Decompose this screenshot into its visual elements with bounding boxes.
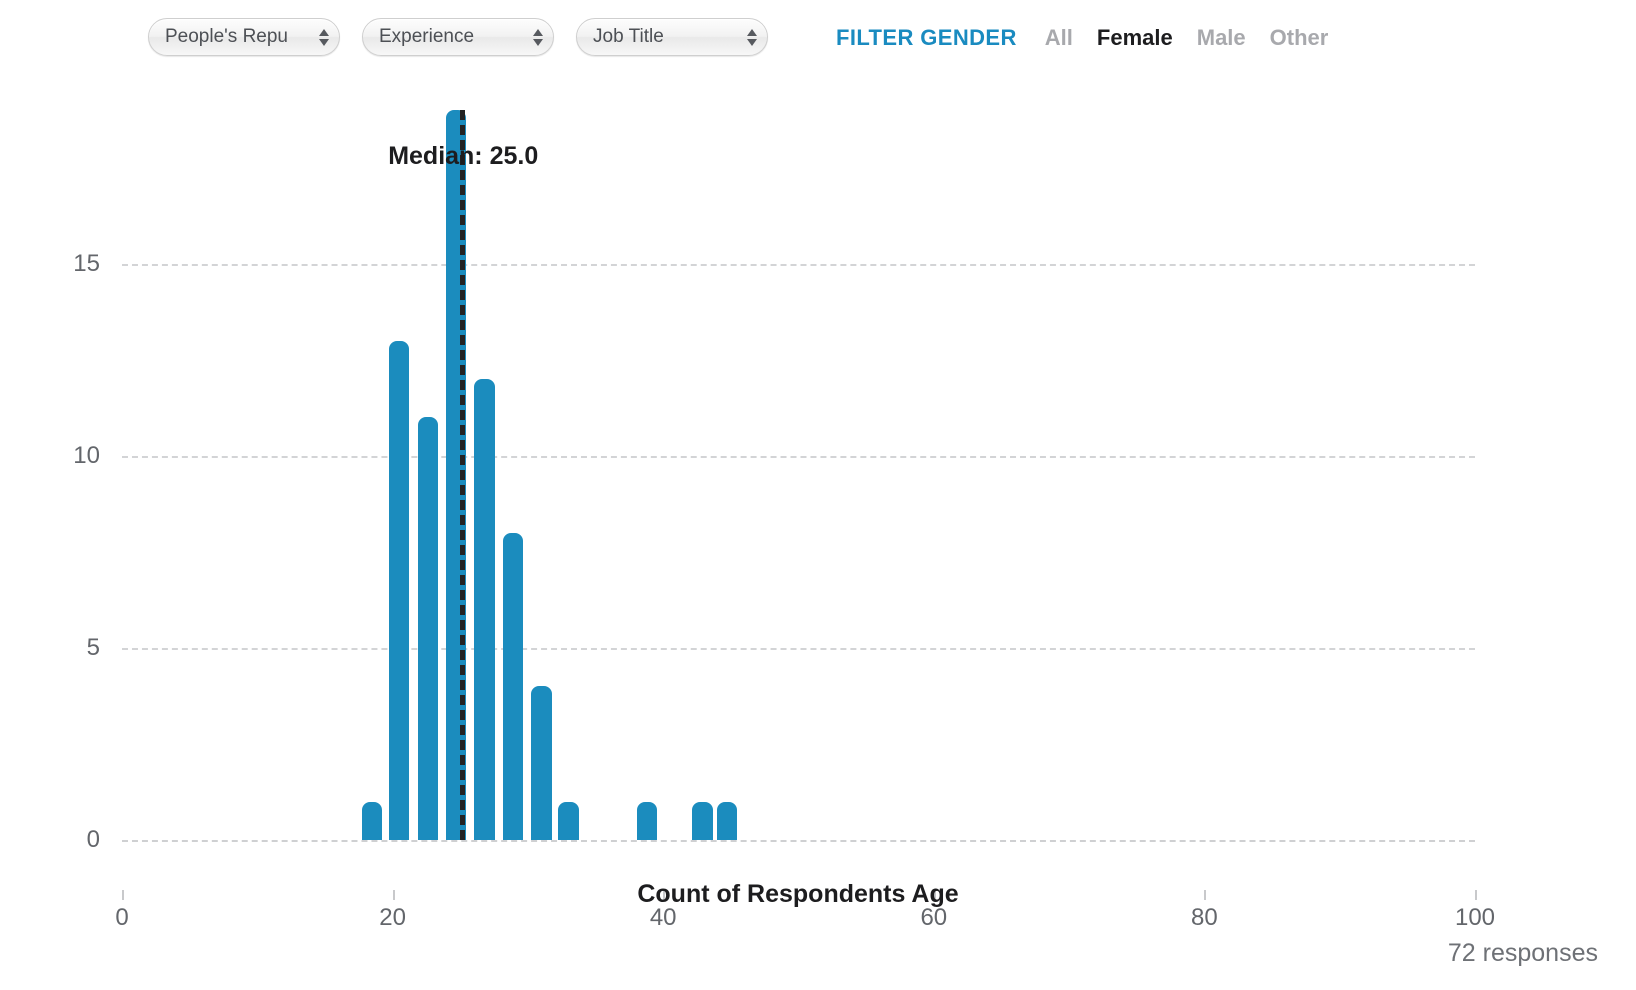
stepper-arrows-icon[interactable] [309,19,339,55]
median-line [460,110,466,840]
y-axis-tick-label: 5 [86,633,100,661]
bar[interactable] [692,801,713,840]
chevron-down-icon [747,38,757,46]
stepper-arrows-icon[interactable] [523,19,553,55]
y-axis-tick-label: 0 [86,826,100,853]
plot-area: 0 5 10 15 Median: 25.0 [73,110,1475,853]
chevron-up-icon [533,28,543,36]
x-axis-title-text: Count of Respondents Age [637,880,959,908]
bar[interactable] [636,801,658,840]
bar[interactable] [362,801,383,840]
histogram-chart: 0 5 10 15 Median: 25.0 0 20 40 60 80 100 [0,80,1636,931]
gender-option-female[interactable]: Female [1097,25,1173,51]
bar[interactable] [474,378,495,840]
bar[interactable] [558,801,579,840]
bar[interactable] [417,417,438,840]
bar[interactable] [502,532,524,840]
chevron-up-icon [319,28,329,36]
chevron-down-icon [319,38,329,46]
median-label: Median: 25.0 [388,142,539,170]
gridline [122,263,1475,266]
bar[interactable] [716,801,737,840]
gridline [122,455,1475,458]
x-axis-title: Count of Respondents Age [0,880,1636,909]
chevron-down-icon [533,38,543,46]
gender-option-all[interactable]: All [1045,25,1073,51]
responses-count: 72 responses [1447,939,1598,967]
chevron-up-icon [747,28,757,36]
gridline [122,840,1475,842]
gender-option-male[interactable]: Male [1197,25,1246,51]
job-title-select-value: Job Title [593,26,664,47]
bar[interactable] [389,340,410,840]
stepper-arrows-icon[interactable] [737,19,767,55]
y-axis-tick-label: 10 [73,441,100,469]
country-select[interactable]: People's Repu [148,18,340,56]
country-select-value: People's Repu [165,26,288,47]
gender-filter: FILTER GENDER All Female Male Other [836,18,1352,58]
gender-option-other[interactable]: Other [1270,25,1329,51]
experience-select-value: Experience [379,26,475,47]
y-axis-tick-label: 15 [73,249,100,277]
bar[interactable] [531,686,552,840]
job-title-select[interactable]: Job Title [576,18,768,56]
gridline [122,647,1475,650]
filter-gender-label: FILTER GENDER [836,25,1017,50]
experience-select[interactable]: Experience [362,18,554,56]
toolbar: People's Repu Experience Job Title FILTE… [0,0,1636,80]
